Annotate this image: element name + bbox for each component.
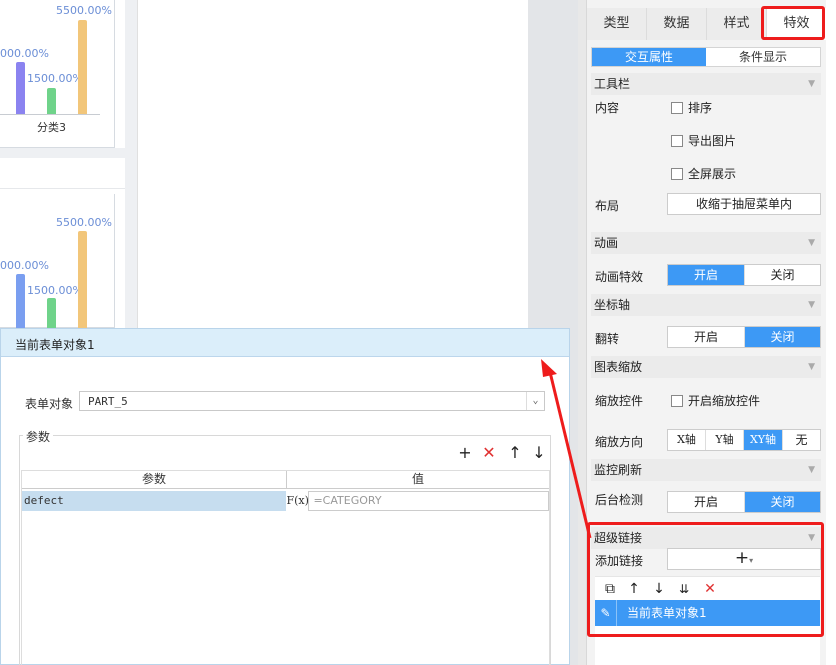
bar-label: 5500.00% [56,4,112,17]
anim-toggle: 开启 关闭 [667,264,821,286]
export-image-checkbox[interactable]: 导出图片 [671,132,736,149]
subtab-condition[interactable]: 条件显示 [706,48,820,66]
canvas-blank [137,0,528,328]
section-title: 坐标轴 [594,298,631,312]
bg-check-toggle: 开启 关闭 [667,491,821,513]
bar [78,20,87,114]
checkbox-box [671,134,683,147]
chart-card-2: 5500.00% 000.00% 1500.00% [0,158,125,328]
bg-check-off-button[interactable]: 关闭 [745,492,820,512]
bar-label: 000.00% [0,47,49,60]
table-header: 参数 值 [22,471,549,489]
delete-icon[interactable]: ✕ [481,445,497,461]
x-axis-line [0,114,100,115]
section-toolbar[interactable]: 工具栏 ▼ [591,73,821,95]
column-header-value: 值 [411,472,424,486]
fullscreen-checkbox[interactable]: 全屏展示 [671,165,736,182]
param-value-cell[interactable]: =CATEGORY [308,491,549,511]
section-axis[interactable]: 坐标轴 ▼ [591,294,821,316]
bar [16,274,25,328]
chart-2-plot: 5500.00% 000.00% 1500.00% [0,194,115,328]
form-object-select[interactable]: PART_5 ⌄ [79,391,545,411]
zoom-dir-x[interactable]: X轴 [668,430,706,450]
zoom-ctrl-label: 缩放控件 [595,394,644,408]
bar-label: 1500.00% [27,72,83,85]
layout-label: 布局 [595,199,620,213]
zoom-dir-y[interactable]: Y轴 [706,430,744,450]
params-table: 参数 值 defect F(x) =CATEGORY [21,470,550,665]
bar-label: 000.00% [0,259,49,272]
table-row[interactable]: defect F(x) =CATEGORY [22,491,549,511]
chart-card-1: 5500.00% 000.00% 1500.00% 分类3 [0,0,125,148]
bar [16,62,25,114]
checkbox-label: 排序 [688,101,713,115]
bar-label: 5500.00% [56,216,112,229]
zoom-dir-label: 缩放方向 [595,435,644,449]
section-title: 动画 [594,236,619,250]
chart-1-plot: 5500.00% 000.00% 1500.00% 分类3 [0,0,115,148]
checkbox-label: 开启缩放控件 [688,394,761,408]
form-object-value: PART_5 [88,395,128,408]
category-label: 分类3 [37,121,66,134]
highlight-effects-tab [761,6,825,40]
collapse-icon: ▼ [808,238,815,248]
formula-icon[interactable]: F(x) [286,491,308,511]
zoom-ctrl-checkbox[interactable]: 开启缩放控件 [671,392,760,409]
tab-style[interactable]: 样式 [707,8,767,40]
content-label: 内容 [595,101,620,115]
layout-select[interactable]: 收缩于抽屉菜单内 [667,193,821,215]
flip-off-button[interactable]: 关闭 [745,327,820,347]
checkbox-box [671,394,683,407]
anim-off-button[interactable]: 关闭 [745,265,820,285]
subtab-interaction[interactable]: 交互属性 [592,48,706,66]
anim-on-button[interactable]: 开启 [668,265,745,285]
bar [47,298,56,328]
form-object-label: 表单对象 [25,397,74,411]
bar-label: 1500.00% [27,284,83,297]
section-zoom[interactable]: 图表缩放 ▼ [591,356,821,378]
section-title: 工具栏 [594,77,631,91]
collapse-icon: ▼ [808,362,815,372]
collapse-icon: ▼ [808,79,815,89]
bar [47,88,56,114]
bar [78,231,87,328]
checkbox-box [671,167,683,180]
subtabs: 交互属性 条件显示 [591,47,821,67]
checkbox-label: 导出图片 [688,134,737,148]
collapse-icon: ▼ [808,465,815,475]
dialog-title: 当前表单对象1 [1,329,569,357]
section-title: 图表缩放 [594,360,643,374]
column-header-param: 参数 [22,471,287,488]
chevron-down-icon: ⌄ [526,392,544,410]
highlight-hyperlink-section [587,522,824,637]
flip-toggle: 开启 关闭 [667,326,821,348]
zoom-dir-xy[interactable]: XY轴 [744,430,783,450]
bg-check-on-button[interactable]: 开启 [668,492,745,512]
zoom-dir-none[interactable]: 无 [783,430,820,450]
divider [0,188,125,189]
tab-data[interactable]: 数据 [647,8,707,40]
section-animation[interactable]: 动画 ▼ [591,232,821,254]
tab-type[interactable]: 类型 [587,8,647,40]
flip-label: 翻转 [595,332,620,346]
hyperlink-dialog: 当前表单对象1 表单对象 PART_5 ⌄ 参数 + ✕ ↑ ↓ 参数 值 de… [0,328,570,665]
collapse-icon: ▼ [808,300,815,310]
add-icon[interactable]: + [457,445,473,461]
params-group-label: 参数 [23,428,54,445]
sort-checkbox[interactable]: 排序 [671,99,712,116]
bg-check-label: 后台检测 [595,493,644,507]
checkbox-box [671,101,683,114]
move-up-icon[interactable]: ↑ [507,445,523,461]
param-name-cell[interactable]: defect [22,491,287,511]
section-title: 监控刷新 [594,463,643,477]
panel-edge [826,0,836,665]
zoom-dir-toggle: X轴 Y轴 XY轴 无 [667,429,821,451]
checkbox-label: 全屏展示 [688,167,737,181]
section-monitor[interactable]: 监控刷新 ▼ [591,459,821,481]
anim-effect-label: 动画特效 [595,270,644,284]
move-down-icon[interactable]: ↓ [531,445,547,461]
flip-on-button[interactable]: 开启 [668,327,745,347]
